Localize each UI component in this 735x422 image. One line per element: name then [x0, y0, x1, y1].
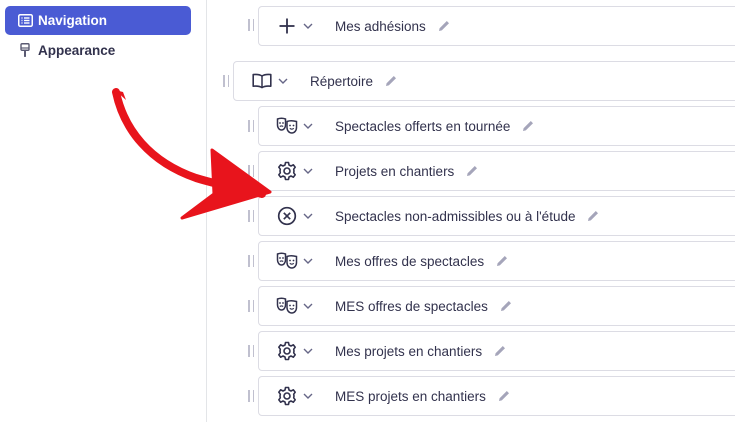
chevron-down-icon[interactable] — [301, 344, 315, 358]
nav-item-label: Répertoire — [310, 73, 374, 89]
drag-handle[interactable] — [248, 165, 254, 177]
nav-item-row[interactable]: Répertoire — [233, 61, 735, 101]
drag-handle[interactable] — [248, 19, 254, 31]
pencil-icon[interactable] — [498, 298, 514, 314]
nav-item-row[interactable]: Mes offres de spectacles — [258, 241, 735, 281]
chevron-down-icon[interactable] — [301, 19, 315, 33]
plus-icon — [275, 14, 299, 38]
nav-item-row[interactable]: Spectacles non-admissibles ou à l'étude — [258, 196, 735, 236]
pencil-icon[interactable] — [520, 118, 536, 134]
theater-masks-icon — [275, 294, 299, 318]
gear-icon — [275, 339, 299, 363]
nav-item-row[interactable]: Mes adhésions — [258, 6, 735, 46]
nav-item-label: MES projets en chantiers — [335, 388, 486, 404]
nav-item-label: MES offres de spectacles — [335, 298, 488, 314]
sidebar: Navigation Appearance — [0, 0, 207, 422]
nav-item-label: Projets en chantiers — [335, 163, 455, 179]
nav-item-label: Mes projets en chantiers — [335, 343, 483, 359]
nav-item-label: Mes adhésions — [335, 18, 426, 34]
pencil-icon[interactable] — [496, 388, 512, 404]
app: Navigation Appearance Mes adhésions Répe… — [0, 0, 735, 422]
chevron-down-icon[interactable] — [276, 74, 290, 88]
sidebar-item-navigation[interactable]: Navigation — [5, 6, 191, 35]
nav-item-row[interactable]: Projets en chantiers — [258, 151, 735, 191]
drag-handle[interactable] — [248, 120, 254, 132]
sidebar-item-label: Appearance — [38, 43, 116, 58]
drag-handle[interactable] — [248, 210, 254, 222]
sidebar-item-appearance[interactable]: Appearance — [5, 36, 191, 65]
chevron-down-icon[interactable] — [301, 389, 315, 403]
pencil-icon[interactable] — [436, 18, 452, 34]
chevron-down-icon[interactable] — [301, 119, 315, 133]
drag-handle[interactable] — [248, 255, 254, 267]
pencil-icon[interactable] — [464, 163, 480, 179]
paint-brush-icon — [17, 43, 33, 59]
pencil-icon[interactable] — [494, 253, 510, 269]
chevron-down-icon[interactable] — [301, 254, 315, 268]
drag-handle[interactable] — [248, 300, 254, 312]
drag-handle[interactable] — [223, 75, 229, 87]
sidebar-item-label: Navigation — [38, 13, 108, 28]
book-icon — [250, 69, 274, 93]
list-icon — [17, 13, 33, 29]
chevron-down-icon[interactable] — [301, 209, 315, 223]
nav-item-label: Spectacles non-admissibles ou à l'étude — [335, 208, 576, 224]
pencil-icon[interactable] — [585, 208, 601, 224]
chevron-down-icon[interactable] — [301, 164, 315, 178]
pencil-icon[interactable] — [383, 73, 399, 89]
gear-icon — [275, 159, 299, 183]
nav-item-row[interactable]: MES offres de spectacles — [258, 286, 735, 326]
navigation-tree: Mes adhésions Répertoire Spectacles offe… — [208, 0, 735, 422]
nav-item-label: Spectacles offerts en tournée — [335, 118, 511, 134]
theater-masks-icon — [275, 114, 299, 138]
nav-item-row[interactable]: Spectacles offerts en tournée — [258, 106, 735, 146]
theater-masks-icon — [275, 249, 299, 273]
drag-handle[interactable] — [248, 390, 254, 402]
pencil-icon[interactable] — [492, 343, 508, 359]
circle-x-icon — [275, 204, 299, 228]
chevron-down-icon[interactable] — [301, 299, 315, 313]
nav-item-label: Mes offres de spectacles — [335, 253, 485, 269]
gear-icon — [275, 384, 299, 408]
nav-item-row[interactable]: MES projets en chantiers — [258, 376, 735, 416]
drag-handle[interactable] — [248, 345, 254, 357]
nav-item-row[interactable]: Mes projets en chantiers — [258, 331, 735, 371]
